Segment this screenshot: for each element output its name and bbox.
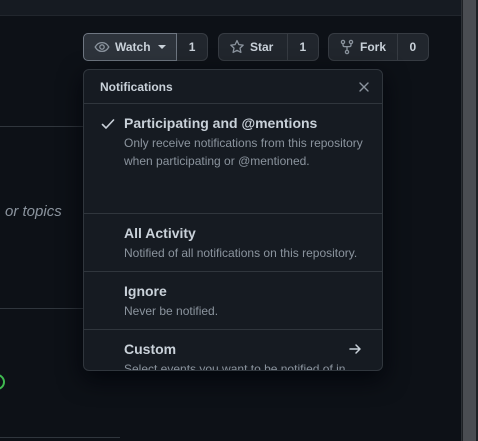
menu-item-ignore[interactable]: Ignore Never be notified. [84,272,382,330]
notifications-dropdown: Notifications Participating and @mention… [83,69,383,371]
fork-button-group: Fork 0 [328,33,429,61]
menu-item-title: Participating and @mentions [124,115,318,131]
top-header-bar [0,0,461,16]
fork-label: Fork [360,40,387,54]
fork-button[interactable]: Fork [329,34,398,60]
menu-item-description: Notified of all notifications on this re… [124,246,358,260]
status-indicator [0,374,5,390]
repo-forked-icon [340,39,354,55]
menu-item-title: Ignore [124,283,167,299]
menu-item-all-activity[interactable]: All Activity Notified of all notificatio… [84,214,382,272]
menu-item-custom[interactable]: Custom Select events you want to be noti… [84,330,382,371]
about-description-text: or topics [5,203,62,220]
watch-button-group: Watch 1 [83,33,208,61]
menu-item-participating[interactable]: Participating and @mentions Only receive… [84,104,382,214]
divider [0,308,83,309]
watch-button[interactable]: Watch [83,33,178,61]
arrow-right-icon [349,344,361,354]
star-icon [230,39,244,54]
star-button-group: Star 1 [218,33,319,61]
watch-count[interactable]: 1 [177,34,207,60]
eye-icon [94,41,110,53]
check-icon [101,119,115,129]
menu-item-description: Select events you want to be notified of… [124,362,346,371]
star-label: Star [250,40,274,54]
watch-label: Watch [115,40,151,54]
menu-item-description: Never be notified. [124,304,219,318]
star-button[interactable]: Star [219,34,288,60]
scrollbar-thumb[interactable] [463,0,476,441]
menu-item-description: Only receive notifications from this rep… [124,136,363,168]
close-button[interactable] [356,79,372,95]
chevron-down-icon [157,45,166,49]
menu-item-title: Custom [124,341,177,357]
menu-item-title: All Activity [124,225,196,241]
star-count[interactable]: 1 [288,34,318,60]
divider [0,126,83,127]
menu-header: Notifications [84,70,382,104]
close-icon [359,81,369,92]
menu-title: Notifications [100,79,173,94]
fork-count[interactable]: 0 [398,34,428,60]
divider [0,437,120,438]
